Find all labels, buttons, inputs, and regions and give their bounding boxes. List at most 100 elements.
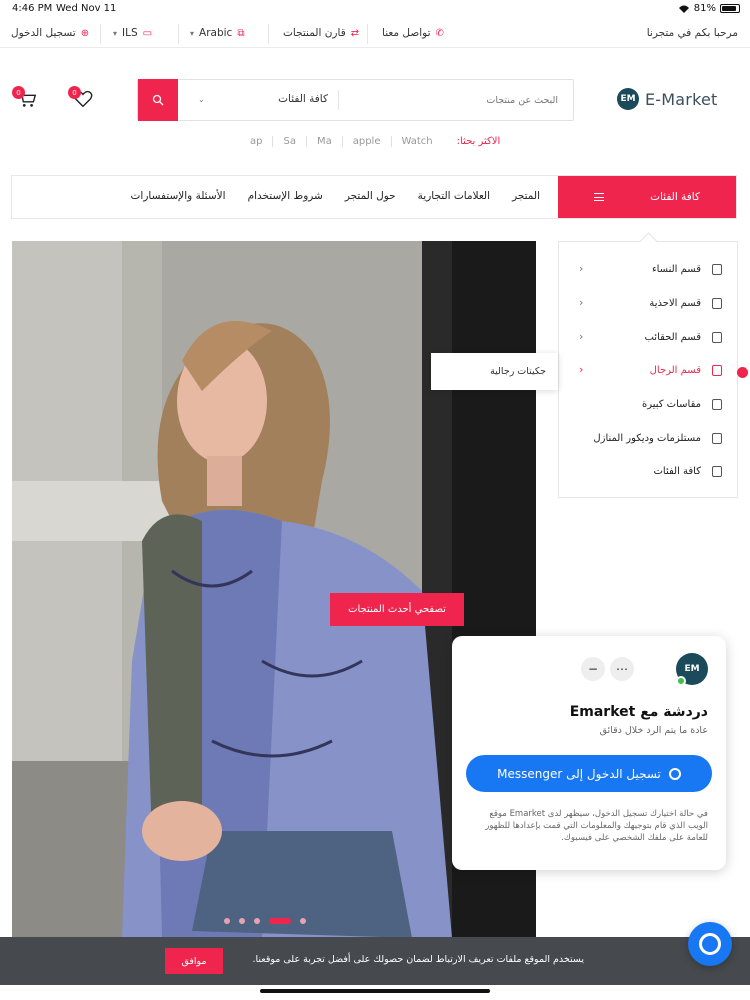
bag-icon	[712, 332, 722, 343]
slider-dot[interactable]	[224, 918, 230, 924]
translate-icon: ⧉	[237, 27, 245, 39]
divider	[338, 90, 339, 110]
divider	[100, 24, 101, 44]
search-icon	[152, 94, 164, 106]
logo-mark: EM	[617, 88, 639, 110]
popular-searches: الاكثر بحثا: Watch apple Ma Sa ap	[240, 136, 500, 147]
compare-link[interactable]: قارن المنتجات ⇄	[283, 27, 359, 39]
search-input[interactable]	[348, 88, 558, 112]
chat-disclaimer: في حالة اختيارك تسجيل الدخول، سيظهر لدى …	[485, 809, 708, 843]
category-item-bags[interactable]: قسم الحقائب ›	[559, 327, 739, 351]
nav-link-brands[interactable]: العلامات التجارية	[418, 190, 490, 202]
more-options-button[interactable]: ⋯	[610, 657, 634, 681]
wifi-icon	[678, 5, 689, 13]
search-button[interactable]	[138, 79, 178, 121]
shuffle-icon: ⇄	[350, 27, 360, 39]
welcome-label: مرحبا بكم في متجرنا	[646, 27, 738, 39]
status-right: 81%	[678, 3, 740, 14]
search-category-select[interactable]: ⌄ كافة الفئات	[198, 93, 328, 105]
nav-link-about[interactable]: حول المتجر	[345, 190, 396, 202]
category-item-plus-size[interactable]: مقاسات كبيرة	[559, 394, 739, 418]
site-logo[interactable]: EM E-Market	[617, 88, 717, 110]
grid-icon	[712, 466, 722, 477]
dress-icon	[712, 264, 722, 275]
chevron-right-icon: ›	[579, 262, 584, 275]
all-categories-button[interactable]: كافة الفئات	[558, 176, 736, 218]
category-label: قسم الحقائب	[644, 332, 701, 343]
login-icon: ⊕	[80, 27, 90, 39]
contact-label: تواصل معنا	[382, 27, 431, 39]
shirt-icon	[712, 365, 722, 376]
home-indicator	[260, 989, 490, 993]
currency-select[interactable]: ▾ ILS ▭	[113, 27, 152, 39]
messenger-icon	[699, 933, 721, 955]
active-indicator	[737, 367, 748, 378]
category-item-shoes[interactable]: قسم الاحذية ›	[559, 293, 739, 317]
page: 4:46 PM Wed Nov 11 81% مرحبا بكم في متجر…	[0, 0, 750, 1000]
shoe-icon	[712, 298, 722, 309]
language-select[interactable]: ▾ Arabic ⧉	[190, 27, 244, 39]
login-label: تسجيل الدخول	[11, 27, 76, 39]
phone-icon: ✆	[435, 27, 444, 39]
category-item-men[interactable]: قسم الرجال ›	[559, 360, 748, 384]
nav-link-terms[interactable]: شروط الإستخدام	[248, 190, 323, 202]
chevron-right-icon: ›	[579, 363, 584, 376]
contact-link[interactable]: تواصل معنا ✆	[382, 27, 444, 39]
category-menu: قسم النساء › قسم الاحذية › قسم الحقائب ›…	[558, 241, 748, 498]
category-item-women[interactable]: قسم النساء ›	[559, 259, 739, 283]
category-label: قسم النساء	[651, 264, 701, 275]
chevron-right-icon: ›	[579, 296, 584, 309]
top-utility-bar: مرحبا بكم في متجرنا تواصل معنا ✆ قارن ال…	[0, 20, 750, 48]
login-link[interactable]: تسجيل الدخول ⊕	[11, 27, 89, 39]
chevron-down-icon: ▾	[190, 28, 195, 38]
battery-percent: 81%	[693, 3, 716, 14]
popular-tag[interactable]: Sa	[272, 136, 305, 147]
slider-dot[interactable]	[254, 918, 260, 924]
cookie-text: يستخدم الموقع ملفات تعريف الارتباط لضمان…	[252, 954, 584, 965]
slider-dot[interactable]	[239, 918, 245, 924]
home-icon	[712, 433, 722, 444]
cart-button[interactable]: 0	[12, 86, 44, 112]
slider-dot-active[interactable]	[269, 918, 291, 924]
slider-dot[interactable]	[300, 918, 306, 924]
battery-icon	[720, 4, 740, 13]
popular-tag[interactable]: Ma	[305, 136, 342, 147]
nav-link-store[interactable]: المتجر	[512, 190, 540, 202]
popular-tag[interactable]: Watch	[390, 136, 443, 147]
hero-cta-button[interactable]: تصفحي أحدث المنتجات	[330, 593, 464, 626]
logo-text: E-Market	[645, 89, 718, 109]
divider	[268, 24, 269, 44]
category-label: مستلزمات وديكور المنازل	[593, 433, 701, 444]
messenger-icon	[668, 767, 681, 780]
wishlist-count-badge: 0	[68, 86, 81, 99]
category-item-all[interactable]: كافة الفئات	[559, 461, 739, 485]
popular-tag[interactable]: apple	[341, 136, 391, 147]
welcome-text: مرحبا بكم في متجرنا	[647, 27, 738, 39]
search-bar: ⌄ كافة الفئات	[137, 79, 574, 121]
category-item-home[interactable]: مستلزمات وديكور المنازل	[559, 428, 739, 452]
status-date: Wed Nov 11	[56, 3, 117, 14]
messenger-login-label: تسجيل الدخول إلى Messenger	[497, 766, 661, 781]
cart-count-badge: 0	[12, 86, 25, 99]
messenger-login-button[interactable]: تسجيل الدخول إلى Messenger	[466, 755, 712, 792]
nav-link-faq[interactable]: الأسئلة والإستفسارات	[131, 190, 226, 202]
chevron-down-icon: ▾	[113, 28, 118, 38]
popular-tag[interactable]: ap	[240, 136, 272, 147]
subcategory-popup[interactable]: جكيتات رجالية	[431, 353, 558, 390]
messenger-fab[interactable]	[688, 922, 732, 966]
all-categories-label: كافة الفئات	[650, 191, 700, 203]
chevron-down-icon: ⌄	[198, 94, 205, 104]
nav-links: المتجر العلامات التجارية حول المتجر شروط…	[131, 190, 540, 202]
cookie-banner: يستخدم الموقع ملفات تعريف الارتباط لضمان…	[0, 937, 750, 985]
subcategory-label: جكيتات رجالية	[490, 366, 546, 377]
language-label: Arabic	[199, 27, 233, 39]
minimize-button[interactable]: −	[581, 657, 605, 681]
cookie-accept-button[interactable]: موافق	[165, 948, 223, 974]
chat-subtitle: عادة ما يتم الرد خلال دقائق	[599, 725, 708, 736]
compare-label: قارن المنتجات	[283, 27, 346, 39]
wishlist-button[interactable]: 0	[68, 86, 100, 112]
menu-icon	[594, 193, 605, 201]
category-label: قسم الرجال	[649, 365, 701, 376]
online-status-dot	[676, 676, 686, 686]
status-time: 4:46 PM	[12, 3, 53, 14]
